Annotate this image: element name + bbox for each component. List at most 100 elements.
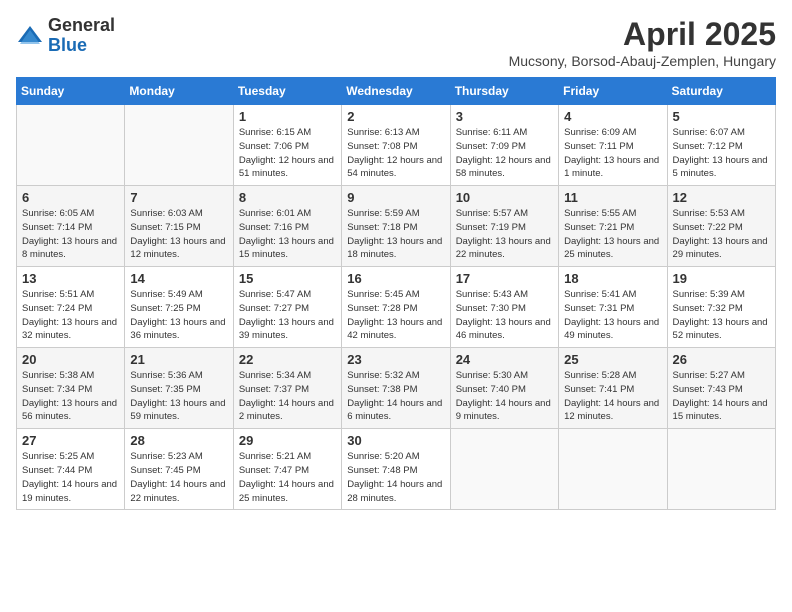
calendar-week-row: 27 Sunrise: 5:25 AMSunset: 7:44 PMDayligh…	[17, 429, 776, 510]
day-info: Sunrise: 5:55 AMSunset: 7:21 PMDaylight:…	[564, 207, 661, 262]
calendar-cell: 16 Sunrise: 5:45 AMSunset: 7:28 PMDayligh…	[342, 267, 450, 348]
calendar-cell	[667, 429, 775, 510]
day-number: 30	[347, 433, 444, 448]
day-number: 12	[673, 190, 770, 205]
calendar-cell: 17 Sunrise: 5:43 AMSunset: 7:30 PMDayligh…	[450, 267, 558, 348]
day-number: 18	[564, 271, 661, 286]
day-number: 27	[22, 433, 119, 448]
day-info: Sunrise: 5:32 AMSunset: 7:38 PMDaylight:…	[347, 369, 444, 424]
day-number: 3	[456, 109, 553, 124]
calendar-cell: 23 Sunrise: 5:32 AMSunset: 7:38 PMDayligh…	[342, 348, 450, 429]
day-info: Sunrise: 5:36 AMSunset: 7:35 PMDaylight:…	[130, 369, 227, 424]
day-info: Sunrise: 5:23 AMSunset: 7:45 PMDaylight:…	[130, 450, 227, 505]
day-info: Sunrise: 5:47 AMSunset: 7:27 PMDaylight:…	[239, 288, 336, 343]
header-sunday: Sunday	[17, 78, 125, 105]
day-info: Sunrise: 5:57 AMSunset: 7:19 PMDaylight:…	[456, 207, 553, 262]
day-number: 13	[22, 271, 119, 286]
logo-icon	[16, 22, 44, 50]
day-number: 6	[22, 190, 119, 205]
day-info: Sunrise: 5:38 AMSunset: 7:34 PMDaylight:…	[22, 369, 119, 424]
calendar-week-row: 6Sunrise: 6:05 AMSunset: 7:14 PMDaylight…	[17, 186, 776, 267]
logo-text: General Blue	[48, 16, 115, 56]
logo: General Blue	[16, 16, 115, 56]
calendar-header-row: Sunday Monday Tuesday Wednesday Thursday…	[17, 78, 776, 105]
calendar-week-row: 20 Sunrise: 5:38 AMSunset: 7:34 PMDayligh…	[17, 348, 776, 429]
calendar-cell: 5 Sunrise: 6:07 AMSunset: 7:12 PMDaylight…	[667, 105, 775, 186]
calendar-cell: 15 Sunrise: 5:47 AMSunset: 7:27 PMDayligh…	[233, 267, 341, 348]
calendar-cell: 1Sunrise: 6:15 AMSunset: 7:06 PMDaylight…	[233, 105, 341, 186]
calendar-cell: 26 Sunrise: 5:27 AMSunset: 7:43 PMDayligh…	[667, 348, 775, 429]
calendar-cell: 7 Sunrise: 6:03 AMSunset: 7:15 PMDaylight…	[125, 186, 233, 267]
calendar-cell: 8 Sunrise: 6:01 AMSunset: 7:16 PMDaylight…	[233, 186, 341, 267]
calendar-cell: 6Sunrise: 6:05 AMSunset: 7:14 PMDaylight…	[17, 186, 125, 267]
day-info: Sunrise: 5:49 AMSunset: 7:25 PMDaylight:…	[130, 288, 227, 343]
day-info: Sunrise: 5:27 AMSunset: 7:43 PMDaylight:…	[673, 369, 770, 424]
day-info: Sunrise: 5:34 AMSunset: 7:37 PMDaylight:…	[239, 369, 336, 424]
calendar-subtitle: Mucsony, Borsod-Abauj-Zemplen, Hungary	[509, 53, 776, 69]
day-number: 5	[673, 109, 770, 124]
calendar-cell: 30 Sunrise: 5:20 AMSunset: 7:48 PMDayligh…	[342, 429, 450, 510]
day-number: 8	[239, 190, 336, 205]
calendar-cell: 18 Sunrise: 5:41 AMSunset: 7:31 PMDayligh…	[559, 267, 667, 348]
day-number: 10	[456, 190, 553, 205]
header-tuesday: Tuesday	[233, 78, 341, 105]
day-info: Sunrise: 5:41 AMSunset: 7:31 PMDaylight:…	[564, 288, 661, 343]
day-number: 24	[456, 352, 553, 367]
title-block: April 2025 Mucsony, Borsod-Abauj-Zemplen…	[509, 16, 776, 69]
day-info: Sunrise: 5:59 AMSunset: 7:18 PMDaylight:…	[347, 207, 444, 262]
calendar-week-row: 13 Sunrise: 5:51 AMSunset: 7:24 PMDayligh…	[17, 267, 776, 348]
day-info: Sunrise: 5:28 AMSunset: 7:41 PMDaylight:…	[564, 369, 661, 424]
day-info: Sunrise: 5:53 AMSunset: 7:22 PMDaylight:…	[673, 207, 770, 262]
day-info: Sunrise: 6:11 AMSunset: 7:09 PMDaylight:…	[456, 126, 553, 181]
calendar-cell: 22Sunrise: 5:34 AMSunset: 7:37 PMDayligh…	[233, 348, 341, 429]
day-info: Sunrise: 5:39 AMSunset: 7:32 PMDaylight:…	[673, 288, 770, 343]
header-monday: Monday	[125, 78, 233, 105]
calendar-body: 1Sunrise: 6:15 AMSunset: 7:06 PMDaylight…	[17, 105, 776, 510]
day-info: Sunrise: 5:20 AMSunset: 7:48 PMDaylight:…	[347, 450, 444, 505]
day-number: 7	[130, 190, 227, 205]
calendar-cell: 12 Sunrise: 5:53 AMSunset: 7:22 PMDayligh…	[667, 186, 775, 267]
day-number: 23	[347, 352, 444, 367]
day-number: 15	[239, 271, 336, 286]
calendar-cell: 28Sunrise: 5:23 AMSunset: 7:45 PMDayligh…	[125, 429, 233, 510]
calendar-cell	[450, 429, 558, 510]
day-info: Sunrise: 5:51 AMSunset: 7:24 PMDaylight:…	[22, 288, 119, 343]
day-info: Sunrise: 5:43 AMSunset: 7:30 PMDaylight:…	[456, 288, 553, 343]
calendar-cell: 27 Sunrise: 5:25 AMSunset: 7:44 PMDayligh…	[17, 429, 125, 510]
day-number: 21	[130, 352, 227, 367]
calendar-cell: 10 Sunrise: 5:57 AMSunset: 7:19 PMDayligh…	[450, 186, 558, 267]
header-wednesday: Wednesday	[342, 78, 450, 105]
day-number: 26	[673, 352, 770, 367]
calendar-week-row: 1Sunrise: 6:15 AMSunset: 7:06 PMDaylight…	[17, 105, 776, 186]
header-saturday: Saturday	[667, 78, 775, 105]
calendar-cell: 13 Sunrise: 5:51 AMSunset: 7:24 PMDayligh…	[17, 267, 125, 348]
day-number: 11	[564, 190, 661, 205]
calendar-cell: 14Sunrise: 5:49 AMSunset: 7:25 PMDayligh…	[125, 267, 233, 348]
day-number: 9	[347, 190, 444, 205]
calendar-cell	[559, 429, 667, 510]
calendar-cell	[17, 105, 125, 186]
day-number: 25	[564, 352, 661, 367]
calendar-cell: 11 Sunrise: 5:55 AMSunset: 7:21 PMDayligh…	[559, 186, 667, 267]
calendar-cell: 2 Sunrise: 6:13 AMSunset: 7:08 PMDaylight…	[342, 105, 450, 186]
calendar-cell	[125, 105, 233, 186]
day-number: 17	[456, 271, 553, 286]
day-info: Sunrise: 5:30 AMSunset: 7:40 PMDaylight:…	[456, 369, 553, 424]
day-info: Sunrise: 5:25 AMSunset: 7:44 PMDaylight:…	[22, 450, 119, 505]
day-info: Sunrise: 6:07 AMSunset: 7:12 PMDaylight:…	[673, 126, 770, 181]
page-header: General Blue April 2025 Mucsony, Borsod-…	[16, 16, 776, 69]
header-thursday: Thursday	[450, 78, 558, 105]
day-info: Sunrise: 6:13 AMSunset: 7:08 PMDaylight:…	[347, 126, 444, 181]
calendar-cell: 3 Sunrise: 6:11 AMSunset: 7:09 PMDaylight…	[450, 105, 558, 186]
day-info: Sunrise: 6:03 AMSunset: 7:15 PMDaylight:…	[130, 207, 227, 262]
calendar-cell: 21 Sunrise: 5:36 AMSunset: 7:35 PMDayligh…	[125, 348, 233, 429]
day-number: 2	[347, 109, 444, 124]
day-number: 16	[347, 271, 444, 286]
calendar-cell: 4Sunrise: 6:09 AMSunset: 7:11 PMDaylight…	[559, 105, 667, 186]
day-number: 1	[239, 109, 336, 124]
day-info: Sunrise: 6:01 AMSunset: 7:16 PMDaylight:…	[239, 207, 336, 262]
calendar-cell: 20 Sunrise: 5:38 AMSunset: 7:34 PMDayligh…	[17, 348, 125, 429]
day-info: Sunrise: 5:45 AMSunset: 7:28 PMDaylight:…	[347, 288, 444, 343]
day-info: Sunrise: 6:09 AMSunset: 7:11 PMDaylight:…	[564, 126, 661, 181]
day-number: 20	[22, 352, 119, 367]
